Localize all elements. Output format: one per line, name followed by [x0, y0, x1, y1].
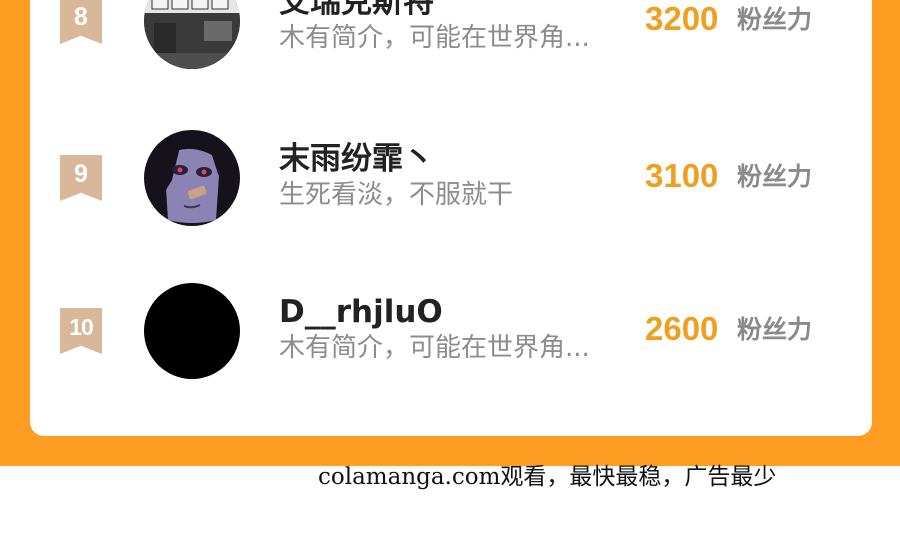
user-bio: 生死看淡，不服就干 — [279, 180, 514, 210]
user-name[interactable]: D__rhjluO — [279, 294, 443, 330]
anime-girl-avatar-icon — [144, 130, 240, 226]
rank-badge-8: 8 — [60, 0, 102, 44]
fan-score: 3200 — [645, 0, 719, 37]
ranking-row-8[interactable]: 8 艾瑞克斯特 木有简介，可能在世界角... 3200 粉丝力 — [30, 0, 872, 100]
rank-badge-9: 9 — [60, 155, 102, 201]
ranking-row-10[interactable]: 10 D__rhjluO 木有简介，可能在世界角... 2600 粉丝力 — [30, 283, 872, 410]
avatar-black-circle[interactable] — [144, 283, 240, 379]
avatar-shop-photo[interactable] — [144, 0, 240, 69]
ranking-row-9[interactable]: 9 末雨纷霏丶 生死看淡，不服就干 3100 粉丝力 — [30, 130, 872, 257]
fan-score: 3100 — [645, 157, 719, 194]
fan-score-label: 粉丝力 — [737, 5, 813, 34]
user-bio: 木有简介，可能在世界角... — [279, 23, 590, 53]
avatar-anime-girl[interactable] — [144, 130, 240, 226]
watermark-text: colamanga.com观看，最快最稳，广告最少 — [318, 464, 777, 490]
user-name[interactable]: 艾瑞克斯特 — [279, 0, 434, 20]
fan-ranking-card: 8 艾瑞克斯特 木有简介，可能在世界角... 3200 粉丝力 9 末雨纷霏丶 … — [30, 0, 872, 436]
fan-score-label: 粉丝力 — [737, 315, 813, 344]
fan-score: 2600 — [645, 310, 719, 347]
fan-score-label: 粉丝力 — [737, 162, 813, 191]
user-name[interactable]: 末雨纷霏丶 — [279, 141, 434, 177]
user-bio: 木有简介，可能在世界角... — [279, 333, 590, 363]
rank-badge-10: 10 — [60, 308, 102, 354]
shop-photo-avatar-icon — [144, 0, 240, 69]
